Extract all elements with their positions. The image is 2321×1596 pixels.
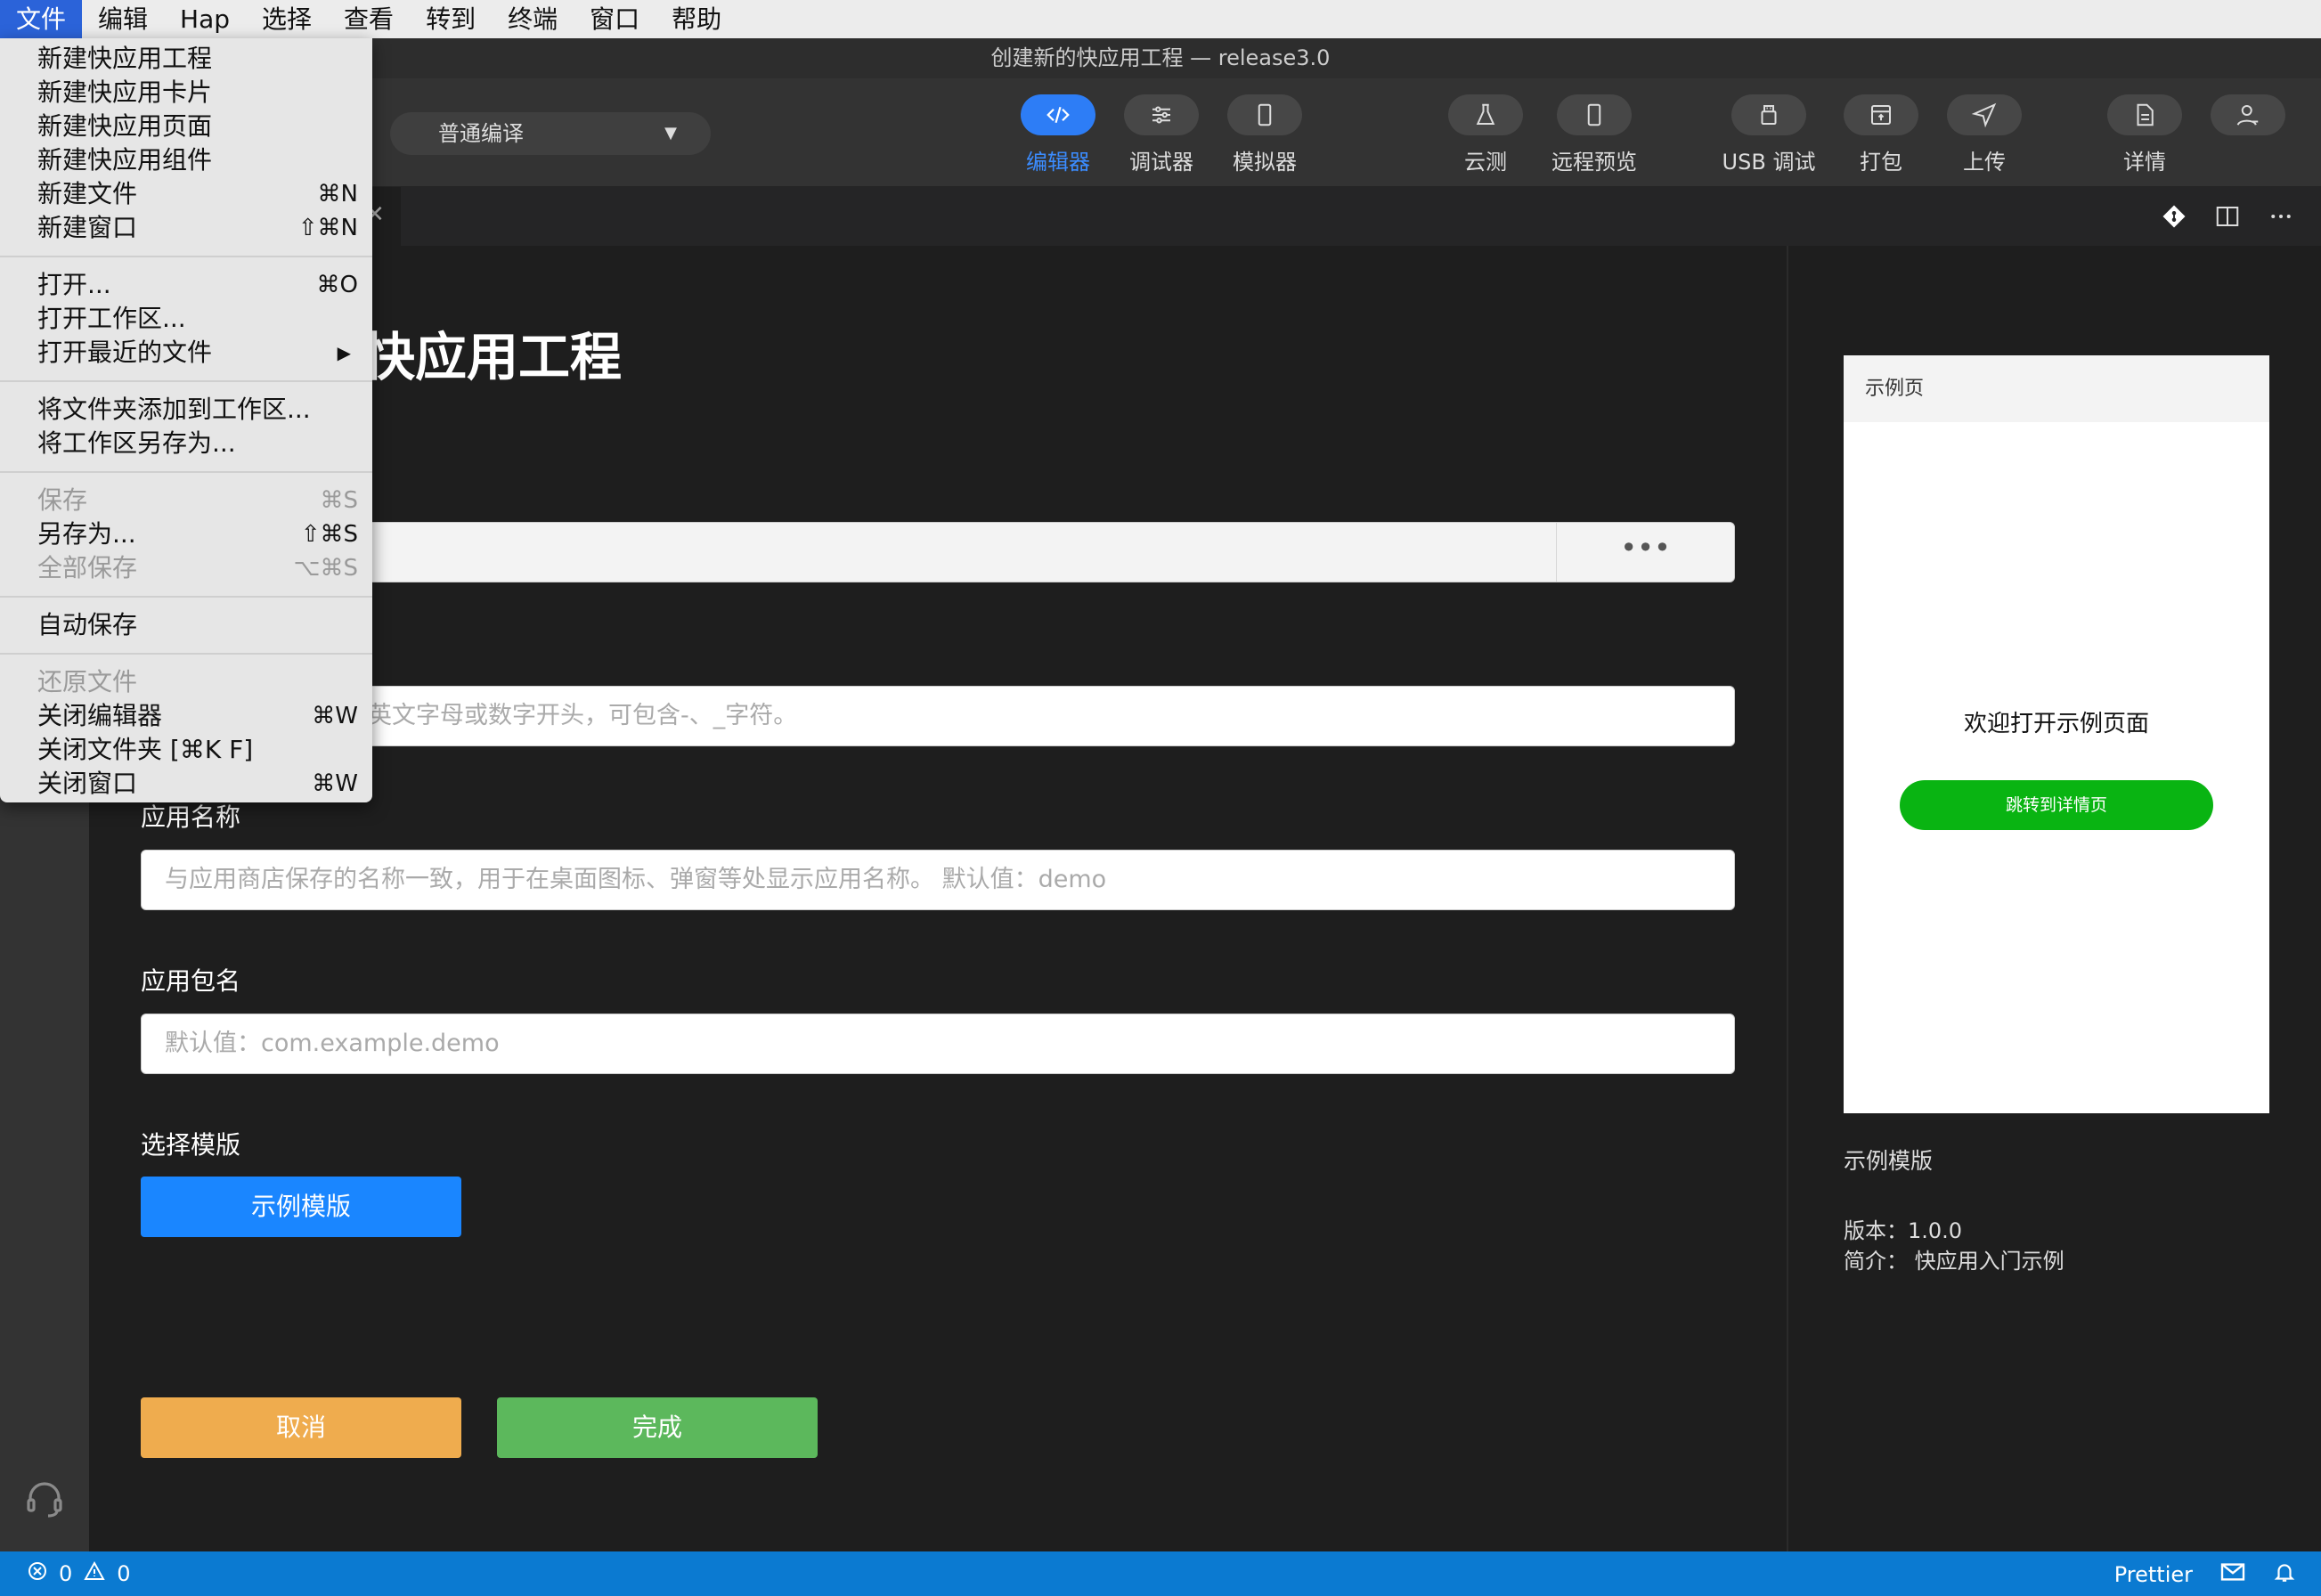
details-label: 详情 (2123, 150, 2166, 175)
phone-preview: 示例页 欢迎打开示例页面 跳转到详情页 (1844, 355, 2269, 1113)
menu-help[interactable]: 帮助 (656, 0, 737, 38)
menu-window[interactable]: 窗口 (574, 0, 656, 38)
warning-icon (83, 1560, 106, 1587)
document-icon (2137, 103, 2154, 126)
menu-separator (0, 653, 372, 655)
menu-separator (0, 256, 372, 257)
bell-icon[interactable] (2273, 1560, 2296, 1589)
upload-label: 上传 (1963, 150, 2006, 175)
cloud-test-button[interactable]: 云测 (1423, 94, 1548, 175)
warning-count: 0 (117, 1561, 131, 1586)
template-preview-panel: 示例页 欢迎打开示例页面 跳转到详情页 示例模版 版本：1.0.0 简介： 快应… (1787, 246, 2321, 1551)
git-icon[interactable] (2161, 203, 2187, 233)
user-icon (2236, 105, 2259, 126)
project-path-input[interactable]: ••• (141, 522, 1735, 582)
menu-item-save-workspace-as[interactable]: 将工作区另存为... (0, 427, 372, 460)
remote-preview-label: 远程预览 (1551, 150, 1637, 175)
package-name-input[interactable]: 默认值：com.example.demo (141, 1014, 1735, 1074)
sliders-icon (1152, 106, 1170, 124)
cancel-button[interactable]: 取消 (141, 1397, 461, 1458)
error-count: 0 (59, 1561, 73, 1586)
app-name-placeholder: 与应用商店保存的名称一致，用于在桌面图标、弹窗等处显示应用名称。 默认值：dem… (165, 866, 1107, 893)
menu-item-open[interactable]: 打开... ⌘O (0, 268, 372, 302)
compile-mode-value: 普通编译 (438, 121, 524, 146)
menu-item-new-page[interactable]: 新建快应用页面 (0, 110, 372, 143)
done-button[interactable]: 完成 (497, 1397, 818, 1458)
submenu-arrow-icon: ▶ (337, 342, 351, 363)
menu-item-auto-save[interactable]: 自动保存 (0, 608, 372, 642)
status-bar: 0 0 Prettier (0, 1551, 2321, 1596)
menu-item-revert-file: 还原文件 (37, 667, 138, 696)
caret-down-icon: ▼ (664, 124, 677, 142)
menu-item-close-folder[interactable]: 关闭文件夹 [⌘K F] (0, 733, 372, 767)
menu-separator (0, 471, 372, 473)
phone-welcome-text: 欢迎打开示例页面 (1963, 711, 2149, 737)
remote-preview-button[interactable]: 远程预览 (1532, 94, 1657, 175)
split-editor-icon[interactable] (2214, 203, 2241, 233)
code-icon (1046, 106, 1070, 124)
phone-page-title: 示例页 (1844, 355, 2269, 422)
menu-file[interactable]: 文件 (0, 0, 83, 38)
app-name-label: 应用名称 (141, 802, 241, 832)
flask-icon (1476, 103, 1495, 125)
usb-debug-label: USB 调试 (1722, 150, 1816, 175)
send-icon (1971, 102, 1997, 128)
browse-path-button[interactable]: ••• (1556, 523, 1734, 582)
template-name: 示例模版 (1844, 1148, 1934, 1174)
upload-button[interactable]: 上传 (1922, 94, 2047, 175)
menu-item-open-recent[interactable]: 打开最近的文件 ▶ (0, 336, 372, 370)
menu-separator (0, 596, 372, 598)
menu-item-save-all: 全部保存 ⌥⌘S (37, 553, 358, 582)
menu-item-close-editor[interactable]: 关闭编辑器 ⌘W (0, 699, 372, 733)
phone-icon (1587, 103, 1601, 126)
phone-icon (1258, 103, 1272, 126)
more-actions-icon[interactable] (2268, 203, 2294, 233)
editor-actions (2161, 203, 2294, 233)
prettier-status[interactable]: Prettier (2114, 1562, 2193, 1587)
usb-debug-button[interactable]: USB 调试 (1706, 94, 1831, 175)
menu-item-close-window[interactable]: 关闭窗口 ⌘W (0, 767, 372, 801)
menu-item-new-window[interactable]: 新建窗口 ⇧⌘N (0, 211, 372, 245)
menu-item-save: 保存 ⌘S (37, 485, 358, 515)
menu-item-save-as[interactable]: 另存为... ⇧⌘S (0, 517, 372, 551)
feedback-icon[interactable] (2219, 1561, 2246, 1588)
menu-edit[interactable]: 编辑 (82, 0, 164, 38)
error-icon (27, 1560, 48, 1587)
simulator-button[interactable]: 模拟器 (1202, 94, 1327, 175)
app-name-input[interactable]: 与应用商店保存的名称一致，用于在桌面图标、弹窗等处显示应用名称。 默认值：dem… (141, 850, 1735, 910)
package-icon (1871, 105, 1891, 125)
menu-separator (0, 380, 372, 382)
project-name-input[interactable]: 英文字母或数字开头，可包含-、_字符。 (141, 686, 1735, 746)
cloud-test-label: 云测 (1464, 150, 1507, 175)
simulator-label: 模拟器 (1233, 150, 1297, 175)
template-label: 选择模版 (141, 1130, 241, 1160)
template-intro: 简介： 快应用入门示例 (1844, 1249, 2064, 1274)
menu-item-new-card[interactable]: 新建快应用卡片 (0, 76, 372, 110)
phone-jump-button: 跳转到详情页 (1900, 780, 2213, 830)
menu-selection[interactable]: 选择 (246, 0, 328, 38)
menu-item-new-project[interactable]: 新建快应用工程 (0, 42, 372, 76)
package-name-placeholder: 默认值：com.example.demo (165, 1030, 500, 1057)
headset-icon[interactable] (23, 1477, 66, 1523)
menu-item-new-file[interactable]: 新建文件 ⌘N (0, 177, 372, 211)
page-title: 快应用工程 (363, 327, 623, 387)
problems-indicator[interactable]: 0 0 (27, 1560, 131, 1587)
menu-item-open-workspace[interactable]: 打开工作区... (0, 302, 372, 336)
menu-bar: 文件 编辑 Hap 选择 查看 转到 终端 窗口 帮助 (0, 0, 2321, 38)
file-menu-dropdown: 新建快应用工程 新建快应用卡片 新建快应用页面 新建快应用组件 新建文件 ⌘N 新… (0, 38, 372, 802)
template-option-button[interactable]: 示例模版 (141, 1177, 461, 1237)
menu-terminal[interactable]: 终端 (492, 0, 574, 38)
menu-go[interactable]: 转到 (410, 0, 492, 38)
package-name-label: 应用包名 (141, 966, 241, 996)
usb-icon (1761, 105, 1777, 125)
menu-view[interactable]: 查看 (328, 0, 410, 38)
menu-item-add-folder[interactable]: 将文件夹添加到工作区... (0, 393, 372, 427)
account-button[interactable] (2186, 94, 2310, 135)
template-version: 版本：1.0.0 (1844, 1218, 1963, 1243)
menu-item-new-component[interactable]: 新建快应用组件 (0, 143, 372, 177)
status-right: Prettier (2114, 1560, 2296, 1589)
menu-hap[interactable]: Hap (164, 0, 246, 38)
compile-mode-select[interactable]: 普通编译 ▼ (390, 112, 711, 155)
